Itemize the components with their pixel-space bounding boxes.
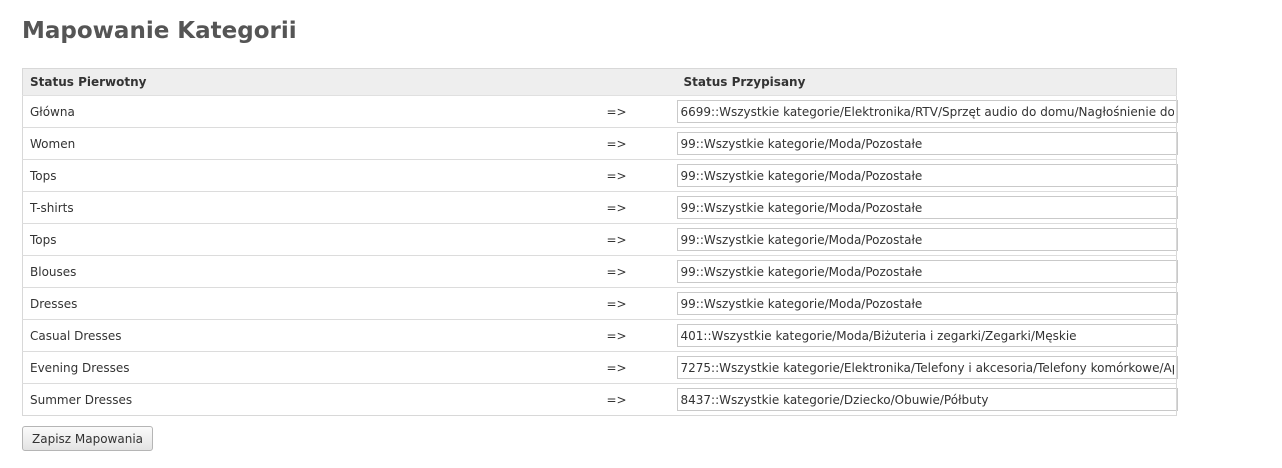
target-cell <box>676 191 1178 224</box>
target-cell <box>676 287 1178 320</box>
table-row: Tops => <box>22 223 1178 256</box>
target-cell <box>676 95 1178 128</box>
mapping-arrow: => <box>598 159 677 192</box>
table-header-row: Status Pierwotny Status Przypisany <box>22 68 1177 96</box>
source-category: Główna <box>22 95 599 128</box>
table-row: Summer Dresses => <box>23 384 1178 416</box>
source-category: Tops <box>22 159 599 192</box>
target-cell <box>676 351 1178 384</box>
table-row: T-shirts => <box>22 191 1178 224</box>
mapping-arrow: => <box>598 127 677 160</box>
source-category: Women <box>22 127 599 160</box>
mapping-arrow: => <box>598 287 677 320</box>
source-category: Casual Dresses <box>22 319 599 352</box>
target-category-input[interactable] <box>676 100 1178 123</box>
target-category-input[interactable] <box>676 196 1178 219</box>
source-category: Dresses <box>22 287 599 320</box>
target-category-input[interactable] <box>676 324 1178 347</box>
category-mapping-table: Status Pierwotny Status Przypisany Główn… <box>22 68 1178 416</box>
header-arrow <box>598 68 677 96</box>
target-cell <box>676 319 1178 352</box>
target-category-input[interactable] <box>676 260 1178 283</box>
mapping-arrow: => <box>598 351 677 384</box>
target-cell <box>676 127 1178 160</box>
target-cell <box>676 255 1178 288</box>
mapping-arrow: => <box>598 191 677 224</box>
source-category: Evening Dresses <box>22 351 599 384</box>
source-category: Blouses <box>22 255 599 288</box>
header-target-status: Status Przypisany <box>676 68 1177 96</box>
table-row: Blouses => <box>22 255 1178 288</box>
page-title: Mapowanie Kategorii <box>22 18 297 44</box>
source-category: Tops <box>22 223 599 256</box>
target-cell <box>676 223 1178 256</box>
target-category-input[interactable] <box>676 228 1178 251</box>
save-mappings-button[interactable]: Zapisz Mapowania <box>22 426 154 451</box>
target-category-input[interactable] <box>676 164 1178 187</box>
table-row: Women => <box>22 127 1178 160</box>
mapping-arrow: => <box>598 223 677 256</box>
header-source-status: Status Pierwotny <box>22 68 599 96</box>
table-row: Casual Dresses => <box>22 319 1178 352</box>
table-row: Tops => <box>22 159 1178 192</box>
source-category: T-shirts <box>22 191 599 224</box>
target-cell <box>676 384 1178 416</box>
target-category-input[interactable] <box>676 132 1178 155</box>
target-category-input[interactable] <box>676 388 1178 411</box>
mapping-arrow: => <box>606 392 627 407</box>
table-row: Dresses => <box>22 287 1178 320</box>
target-category-input[interactable] <box>676 292 1178 315</box>
mapping-arrow: => <box>598 255 677 288</box>
source-category: Summer Dresses <box>30 392 133 407</box>
table-row: Główna => <box>22 95 1178 128</box>
table-row: Evening Dresses => <box>22 351 1178 384</box>
target-cell <box>676 159 1178 192</box>
mapping-arrow: => <box>598 95 677 128</box>
mapping-arrow: => <box>598 319 677 352</box>
target-category-input[interactable] <box>676 356 1178 379</box>
